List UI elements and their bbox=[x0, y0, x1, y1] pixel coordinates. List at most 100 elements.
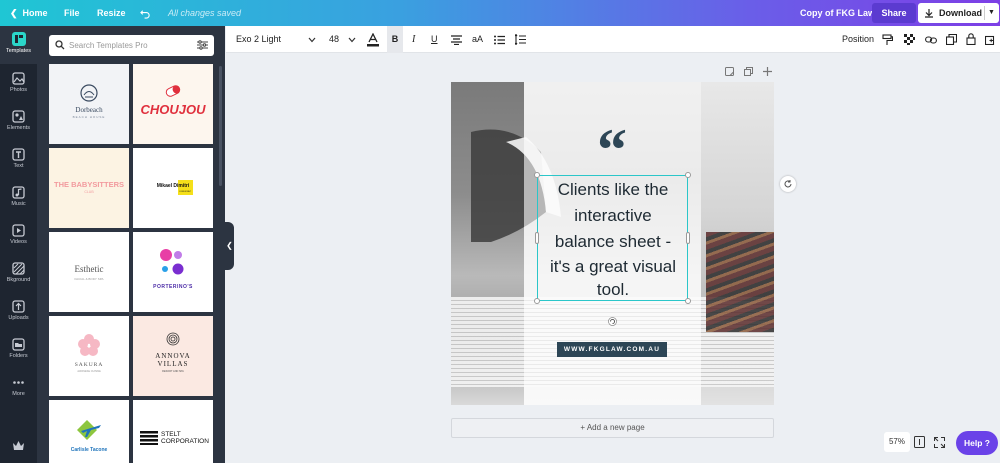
quote-line-4: it's a great visual bbox=[549, 257, 677, 276]
letter-case-button[interactable]: aA bbox=[472, 26, 483, 53]
chevron-left-icon: ❮ bbox=[10, 8, 18, 18]
quote-line-5: tool. bbox=[596, 280, 630, 299]
template-carlisle-tacone[interactable]: Carlisle Tacone bbox=[49, 400, 129, 463]
porterinos-dots-icon bbox=[160, 249, 184, 275]
resize-handle-bl[interactable] bbox=[534, 298, 540, 304]
fullscreen-icon[interactable] bbox=[934, 437, 945, 448]
photo-binders bbox=[706, 232, 774, 332]
design-page[interactable]: “ Clients like the interactive balance s… bbox=[451, 82, 774, 405]
resize-handle-br[interactable] bbox=[685, 298, 691, 304]
download-icon bbox=[925, 9, 933, 18]
list-icon bbox=[494, 35, 505, 45]
rail-item-photos[interactable]: Photos bbox=[0, 66, 37, 104]
top-bar: ❮ Home File Resize All changes saved Copy… bbox=[0, 0, 1000, 26]
notes-icon[interactable] bbox=[725, 67, 734, 76]
videos-icon bbox=[12, 224, 25, 237]
choujou-pill-icon bbox=[165, 85, 181, 97]
underline-button[interactable]: U bbox=[431, 26, 438, 53]
text-color-button[interactable] bbox=[367, 26, 379, 53]
download-button[interactable]: Download ▼ bbox=[918, 3, 999, 23]
undo-button[interactable] bbox=[140, 0, 151, 26]
rail-item-uploads[interactable]: Uploads bbox=[0, 294, 37, 332]
paint-roller-icon[interactable] bbox=[882, 34, 893, 46]
duplicate-page-icon[interactable] bbox=[744, 67, 753, 76]
chevron-down-icon[interactable]: ▼ bbox=[988, 3, 995, 23]
file-menu[interactable]: File bbox=[64, 0, 80, 26]
music-icon bbox=[12, 186, 25, 199]
rail-item-more[interactable]: More bbox=[0, 370, 37, 408]
templates-panel: Dorbeach BEACH HOUSE CHOUJOU THE BABYSIT… bbox=[37, 26, 225, 463]
panel-scrollbar[interactable] bbox=[219, 66, 222, 186]
italic-button[interactable]: I bbox=[412, 26, 415, 53]
search-icon bbox=[55, 40, 65, 50]
zoom-level[interactable]: 57% bbox=[884, 432, 910, 452]
bold-button[interactable]: B bbox=[387, 26, 403, 53]
quote-line-2: interactive bbox=[574, 206, 652, 225]
lock-icon[interactable] bbox=[966, 33, 976, 45]
template-dorbeach[interactable]: Dorbeach BEACH HOUSE bbox=[49, 64, 129, 144]
background-icon bbox=[12, 262, 25, 275]
rail-item-videos[interactable]: Videos bbox=[0, 218, 37, 256]
document-title[interactable]: Copy of FKG Law bbox=[800, 0, 875, 26]
copy-style-icon[interactable] bbox=[946, 34, 957, 45]
filter-icon[interactable] bbox=[197, 40, 208, 50]
template-sakura[interactable]: SAKURA JAPANESE CUISINE bbox=[49, 316, 129, 396]
duplicate-icon[interactable] bbox=[985, 34, 996, 45]
font-size-select[interactable]: 48 bbox=[329, 26, 339, 53]
template-porterinos[interactable]: PORTERINO'S bbox=[133, 232, 213, 312]
photos-icon bbox=[12, 72, 25, 85]
rail-item-elements[interactable]: Elements bbox=[0, 104, 37, 142]
home-button[interactable]: ❮ Home bbox=[10, 0, 48, 26]
link-icon[interactable] bbox=[925, 35, 937, 45]
chevron-down-icon[interactable] bbox=[348, 37, 356, 43]
text-icon bbox=[12, 148, 25, 161]
sakura-flower-icon bbox=[78, 334, 100, 356]
spacing-icon bbox=[514, 33, 526, 46]
share-button[interactable]: Share bbox=[872, 3, 916, 23]
page-count-icon[interactable] bbox=[914, 436, 925, 448]
save-status: All changes saved bbox=[168, 8, 242, 18]
rail-item-text[interactable]: Text bbox=[0, 142, 37, 180]
stelt-stripes-icon bbox=[140, 431, 158, 445]
rotate-icon[interactable] bbox=[608, 317, 617, 326]
resize-handle-tr[interactable] bbox=[685, 172, 691, 178]
resize-handle-ml[interactable] bbox=[535, 232, 539, 244]
uploads-icon bbox=[12, 300, 25, 313]
resize-menu[interactable]: Resize bbox=[97, 0, 126, 26]
spacing-button[interactable] bbox=[514, 26, 526, 53]
align-center-button[interactable] bbox=[451, 26, 462, 53]
add-new-page-button[interactable]: + Add a new page bbox=[451, 418, 774, 438]
help-button[interactable]: Help ? bbox=[956, 431, 998, 455]
search-input[interactable] bbox=[69, 38, 189, 53]
template-babysitters[interactable]: THE BABYSITTERS CLUB bbox=[49, 148, 129, 228]
template-esthetic[interactable]: Esthetic FACIAL & BODY SPA bbox=[49, 232, 129, 312]
dorbeach-logo bbox=[80, 84, 98, 102]
chevron-left-icon: ❮ bbox=[226, 241, 233, 250]
resize-handle-mr[interactable] bbox=[686, 232, 690, 244]
refresh-button[interactable] bbox=[780, 176, 796, 192]
bullet-list-button[interactable] bbox=[494, 26, 505, 53]
rail-item-background[interactable]: Bkground bbox=[0, 256, 37, 294]
chevron-down-icon[interactable] bbox=[308, 37, 316, 43]
position-button[interactable]: Position bbox=[842, 26, 874, 53]
refresh-icon bbox=[784, 180, 792, 188]
template-mikael-dimitri[interactable]: Mikael Dimitri CONSULTANT bbox=[133, 148, 213, 228]
rail-item-templates[interactable]: Templates bbox=[0, 26, 37, 64]
template-annova-villas[interactable]: ANNOVA VILLAS RESORT AND SPA bbox=[133, 316, 213, 396]
template-stelt-corporation[interactable]: STELT CORPORATION bbox=[133, 400, 213, 463]
rail-item-folders[interactable]: Folders bbox=[0, 332, 37, 370]
resize-handle-tl[interactable] bbox=[534, 172, 540, 178]
carlisle-plane-icon bbox=[77, 420, 101, 440]
undo-icon bbox=[140, 10, 150, 19]
elements-icon bbox=[12, 110, 25, 123]
search-box[interactable] bbox=[49, 35, 214, 56]
transparency-icon[interactable] bbox=[904, 34, 915, 45]
collapse-panel-handle[interactable]: ❮ bbox=[225, 222, 234, 270]
font-family-select[interactable]: Exo 2 Light bbox=[236, 26, 281, 53]
rail-item-music[interactable]: Music bbox=[0, 180, 37, 218]
quote-line-3: balance sheet - bbox=[554, 232, 672, 251]
crown-icon[interactable] bbox=[13, 441, 24, 450]
quote-text-box[interactable]: Clients like the interactive balance she… bbox=[534, 172, 691, 304]
add-page-icon[interactable] bbox=[763, 67, 772, 76]
template-choujou[interactable]: CHOUJOU bbox=[133, 64, 213, 144]
